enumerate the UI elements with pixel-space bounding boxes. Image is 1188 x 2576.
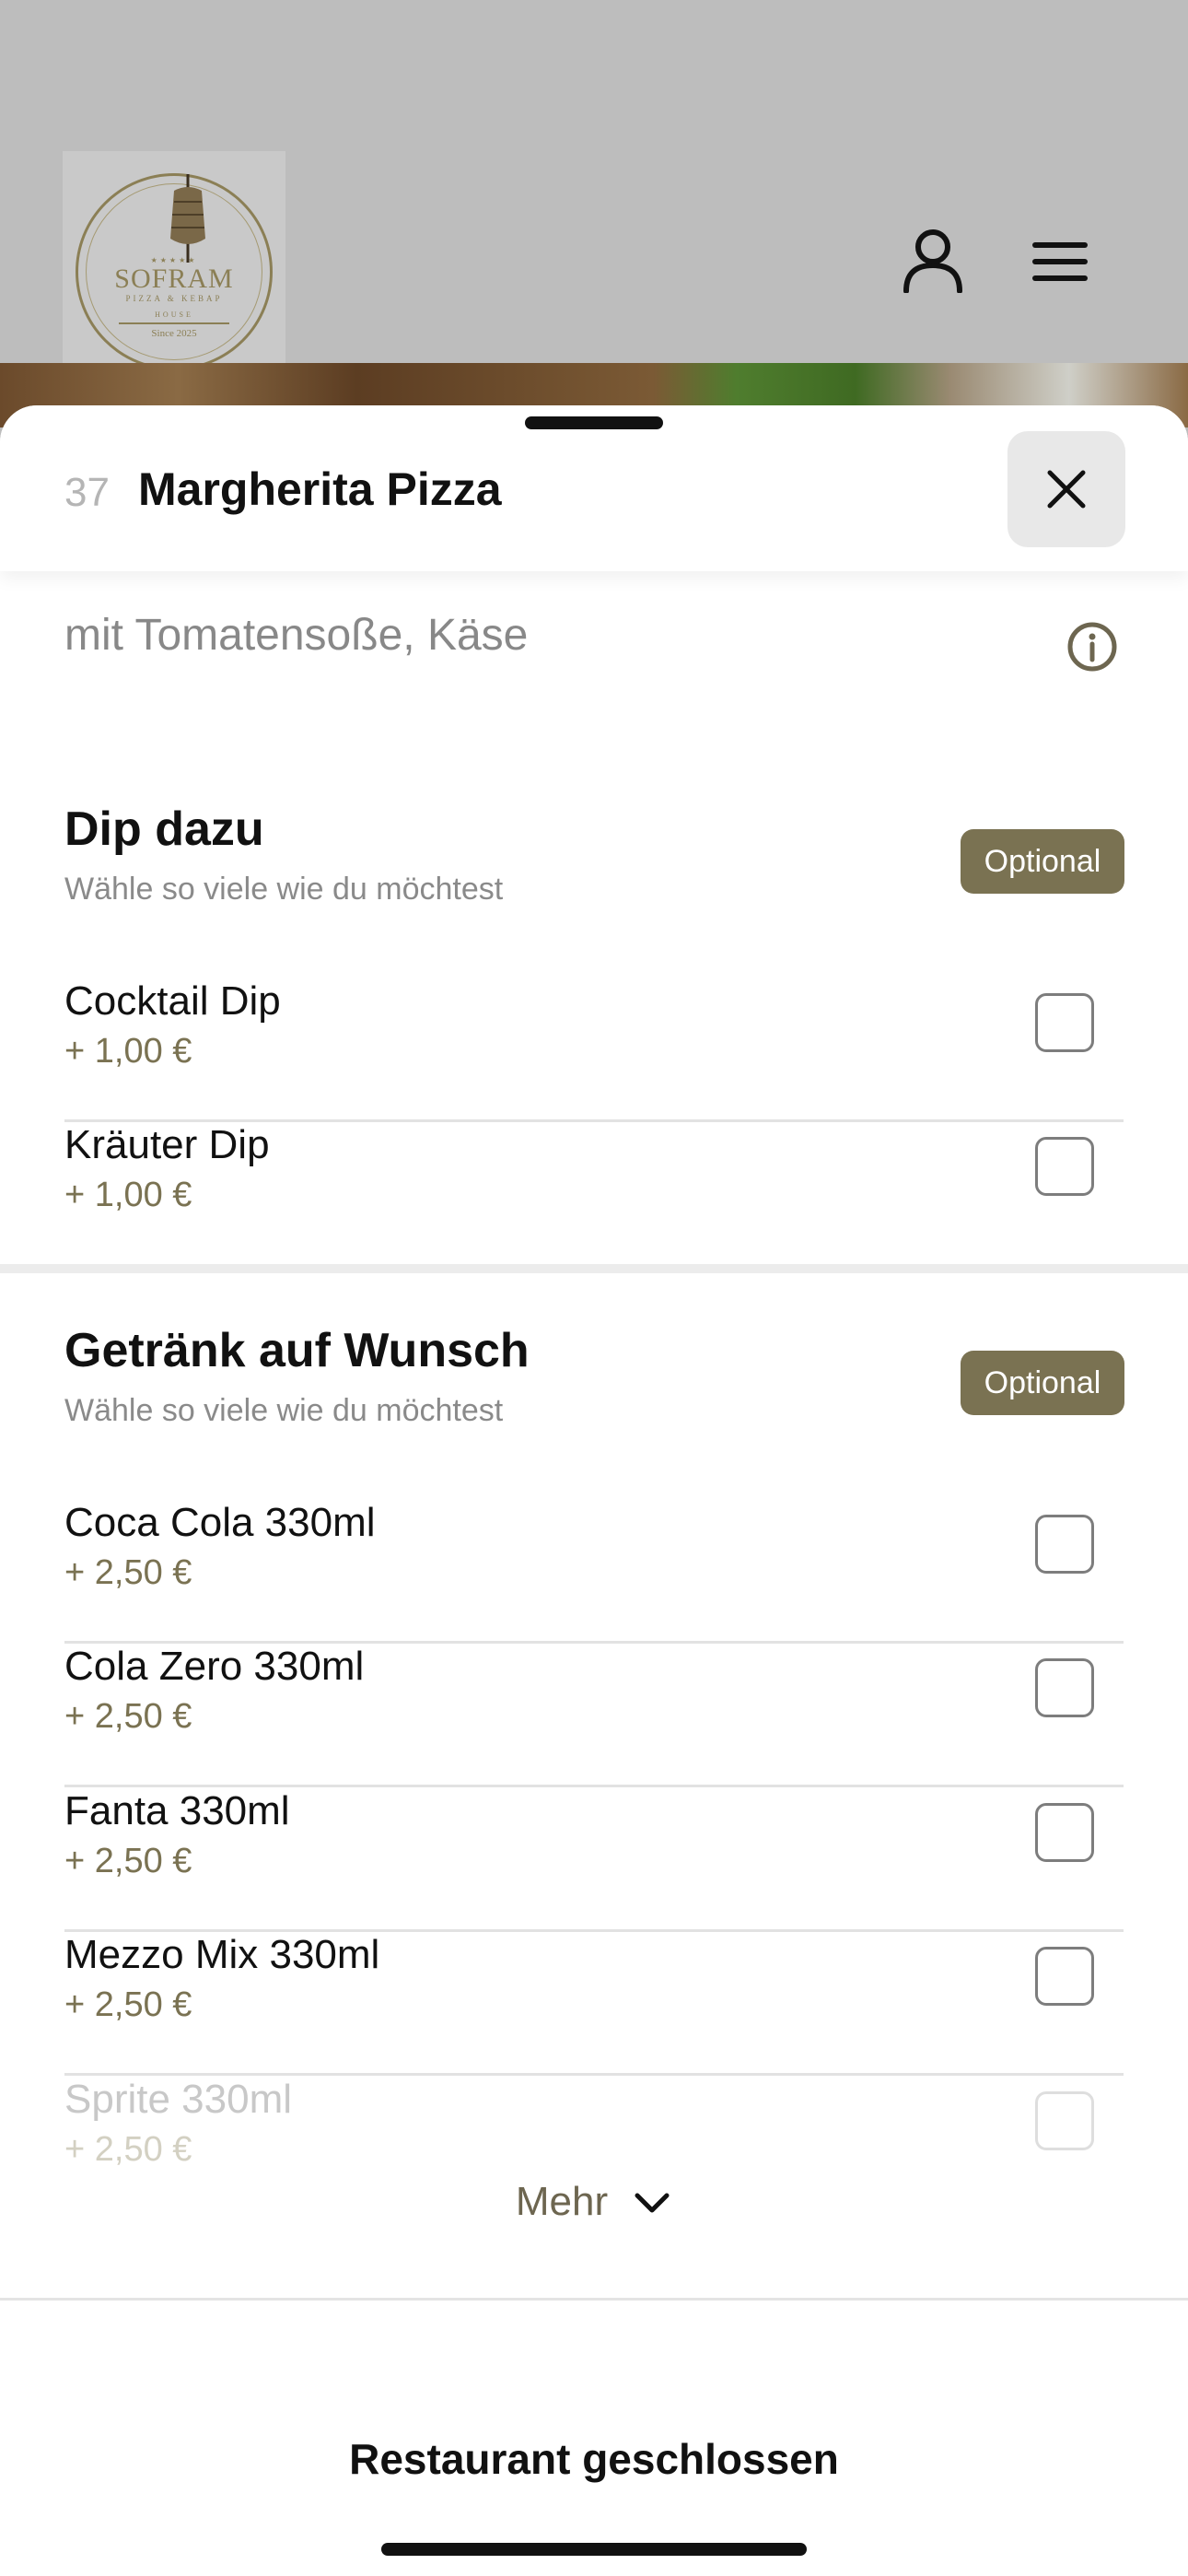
group-title-dip: Dip dazu [64,802,264,856]
option-cocktail-dip[interactable]: Cocktail Dip + 1,00 € [64,978,1124,1122]
sheet-header: 37 Margherita Pizza [0,405,1188,571]
item-description: mit Tomatensoße, Käse [64,611,529,660]
option-mezzo-mix[interactable]: Mezzo Mix 330ml + 2,50 € [64,1932,1124,2076]
optional-badge: Optional [961,1351,1124,1415]
option-fanta[interactable]: Fanta 330ml + 2,50 € [64,1788,1124,1932]
option-checkbox[interactable] [1035,993,1094,1052]
close-icon [1047,470,1086,509]
sheet-grabber[interactable] [525,416,663,429]
option-price: + 2,50 € [64,1985,192,2024]
menu-icon[interactable] [1031,241,1089,282]
option-checkbox[interactable] [1035,2091,1094,2150]
item-number: 37 [64,470,110,515]
show-more-label: Mehr [515,2179,609,2224]
option-checkbox[interactable] [1035,1658,1094,1717]
option-checkbox[interactable] [1035,1947,1094,2006]
section-divider [0,1264,1188,1273]
option-price: + 1,00 € [64,1176,192,1214]
group-subtitle-dip: Wähle so viele wie du möchtest [64,872,504,907]
logo-emblem: ★★★★★ SOFRAM PIZZA & KEBAP HOUSE Since 2… [76,173,273,370]
option-price: + 2,50 € [64,1553,192,1592]
option-name: Kräuter Dip [64,1122,270,1167]
item-title: Margherita Pizza [138,463,502,515]
kebab-icon [170,174,205,263]
user-icon[interactable] [903,228,963,293]
option-name: Coca Cola 330ml [64,1500,376,1545]
home-indicator [381,2543,807,2556]
option-name: Fanta 330ml [64,1788,290,1833]
restaurant-logo[interactable]: ★★★★★ SOFRAM PIZZA & KEBAP HOUSE Since 2… [63,151,285,372]
app-header: ★★★★★ SOFRAM PIZZA & KEBAP HOUSE Since 2… [0,0,1188,372]
option-name: Mezzo Mix 330ml [64,1932,380,1977]
option-checkbox[interactable] [1035,1515,1094,1574]
restaurant-closed-label: Restaurant geschlossen [349,2435,839,2483]
option-coca-cola[interactable]: Coca Cola 330ml + 2,50 € [64,1500,1124,1644]
group-subtitle-drinks: Wähle so viele wie du möchtest [64,1393,504,1428]
group-title-drinks: Getränk auf Wunsch [64,1324,530,1377]
optional-badge: Optional [961,829,1124,894]
chevron-down-icon [635,2193,670,2213]
item-detail-sheet: 37 Margherita Pizza mit Tomatensoße, Käs… [0,405,1188,2576]
option-price: + 2,50 € [64,1697,192,1736]
info-icon[interactable] [1066,621,1118,673]
option-price: + 2,50 € [64,1842,192,1880]
close-button[interactable] [1007,431,1125,547]
footer-divider [0,2298,1188,2301]
option-name: Cola Zero 330ml [64,1644,365,1689]
option-name: Sprite 330ml [64,2077,293,2122]
option-name: Cocktail Dip [64,978,281,1024]
option-cola-zero[interactable]: Cola Zero 330ml + 2,50 € [64,1644,1124,1787]
option-checkbox[interactable] [1035,1803,1094,1862]
show-more-button[interactable]: Mehr [0,2156,1188,2248]
option-price: + 1,00 € [64,1032,192,1071]
option-kraeuter-dip[interactable]: Kräuter Dip + 1,00 € [64,1122,1124,1266]
option-checkbox[interactable] [1035,1137,1094,1196]
